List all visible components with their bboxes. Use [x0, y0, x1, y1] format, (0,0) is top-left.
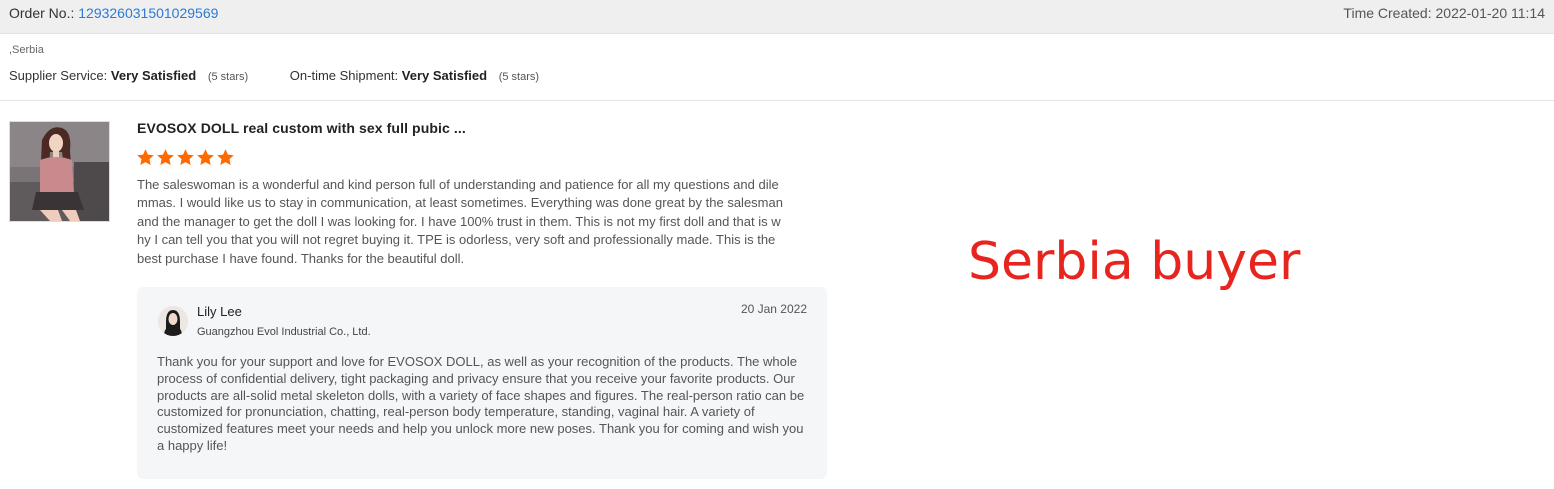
order-header-bar: Order No.: 129326031501029569 Time Creat… [0, 0, 1554, 34]
product-title-link[interactable]: EVOSOX DOLL real custom with sex full pu… [137, 120, 466, 136]
on-time-shipment-rating: On-time Shipment: Very Satisfied (5 star… [290, 68, 539, 83]
star-icon [137, 149, 154, 166]
rating-stars-text: (5 stars) [207, 71, 249, 83]
star-icon [157, 149, 174, 166]
seller-avatar [158, 306, 188, 336]
reply-date: 20 Jan 2022 [740, 302, 807, 316]
rating-value: Very Satisfied [110, 68, 197, 83]
rating-label: Supplier Service: [9, 68, 108, 83]
star-icon [217, 149, 234, 166]
time-created-label: Time Created: [1343, 5, 1432, 21]
reply-text: Thank you for your support and love for … [157, 354, 805, 453]
product-thumbnail[interactable] [9, 121, 110, 222]
seller-name: Lily Lee [197, 304, 242, 319]
rating-stars-text: (5 stars) [498, 71, 540, 83]
section-divider [0, 100, 1554, 101]
order-number-group: Order No.: 129326031501029569 [9, 0, 218, 26]
order-number-link[interactable]: 129326031501029569 [78, 5, 218, 21]
supplier-ratings: Supplier Service: Very Satisfied (5 star… [9, 68, 577, 83]
seller-reply: Lily Lee Guangzhou Evol Industrial Co., … [137, 287, 827, 479]
buyer-location: ,Serbia [9, 44, 44, 56]
supplier-service-rating: Supplier Service: Very Satisfied (5 star… [9, 68, 248, 83]
review-star-rating [136, 148, 236, 168]
rating-value: Very Satisfied [401, 68, 488, 83]
order-number-label: Order No.: [9, 5, 75, 21]
star-icon [197, 149, 214, 166]
rating-label: On-time Shipment: [289, 68, 399, 83]
seller-company: Guangzhou Evol Industrial Co., Ltd. [197, 326, 371, 338]
star-icon [177, 149, 194, 166]
time-created-value: 2022-01-20 11:14 [1435, 5, 1546, 21]
time-created: Time Created: 2022-01-20 11:14 [1343, 0, 1545, 26]
annotation-label: Serbia buyer [968, 232, 1301, 292]
review-text: The saleswoman is a wonderful and kind p… [137, 177, 783, 266]
